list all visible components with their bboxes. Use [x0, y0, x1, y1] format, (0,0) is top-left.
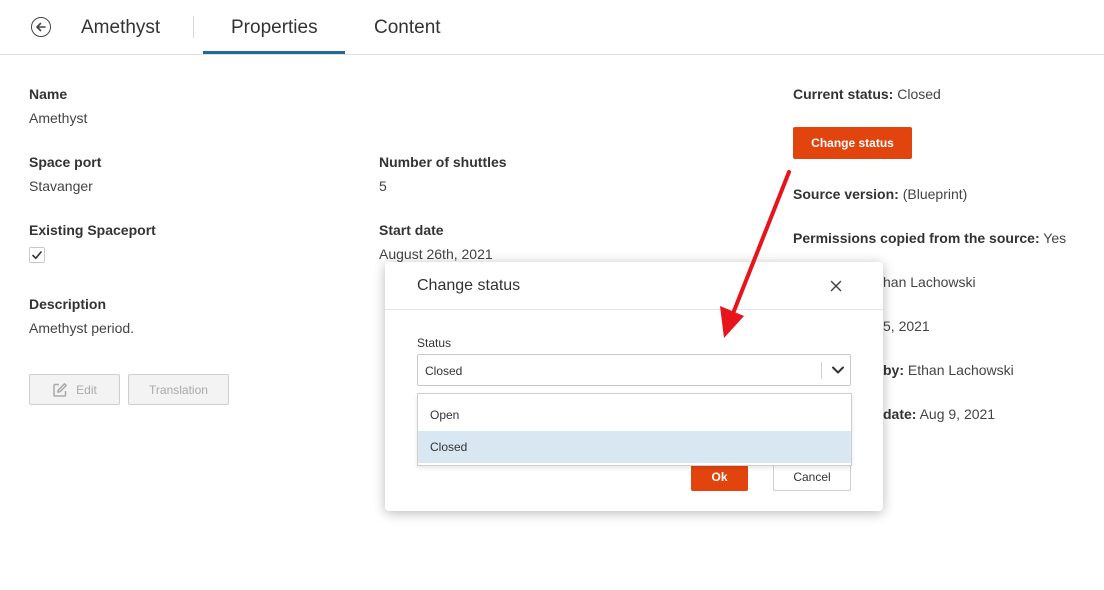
modified-date-label: date:	[883, 406, 917, 422]
edit-button[interactable]: Edit	[29, 374, 120, 405]
dialog-title: Change status	[417, 277, 521, 294]
source-version-value: (Blueprint)	[902, 186, 968, 202]
header-divider	[193, 16, 194, 38]
number-of-shuttles-value: 5	[379, 178, 387, 194]
page-title: Amethyst	[81, 17, 161, 38]
tab-content[interactable]: Content	[374, 17, 441, 39]
ok-button[interactable]: Ok	[691, 463, 748, 491]
status-dropdown-menu: Open Closed	[417, 393, 852, 466]
permissions-line: Permissions copied from the source: Yes	[793, 230, 1066, 246]
tab-properties[interactable]: Properties	[231, 17, 318, 39]
source-version-label: Source version:	[793, 186, 899, 202]
select-divider	[821, 362, 822, 379]
current-status-value: Closed	[897, 86, 941, 102]
dialog-divider	[385, 309, 883, 310]
permissions-label: Permissions copied from the source:	[793, 230, 1040, 246]
start-date-value: August 26th, 2021	[379, 246, 493, 262]
active-tab-indicator	[203, 51, 345, 54]
name-value: Amethyst	[29, 110, 88, 126]
change-status-dialog: Change status Status Closed Ok Cancel Op…	[385, 262, 883, 511]
current-status-line: Current status: Closed	[793, 86, 941, 102]
permissions-value: Yes	[1043, 230, 1067, 246]
status-field-label: Status	[417, 336, 452, 350]
close-icon[interactable]	[828, 278, 844, 294]
description-value: Amethyst period.	[29, 320, 135, 336]
modified-date-value: Aug 9, 2021	[919, 406, 996, 422]
modified-date-line: date: Aug 9, 2021	[883, 406, 995, 422]
space-port-value: Stavanger	[29, 178, 93, 194]
number-of-shuttles-label: Number of shuttles	[379, 154, 507, 170]
translation-button-label: Translation	[149, 382, 208, 397]
status-select-value: Closed	[425, 364, 463, 378]
change-status-button[interactable]: Change status	[793, 127, 912, 159]
source-version-line: Source version: (Blueprint)	[793, 186, 967, 202]
space-port-label: Space port	[29, 154, 102, 170]
modified-by-line: by: Ethan Lachowski	[883, 362, 1014, 378]
edit-button-label: Edit	[76, 382, 97, 397]
modified-by-value: Ethan Lachowski	[907, 362, 1014, 378]
existing-spaceport-label: Existing Spaceport	[29, 222, 156, 238]
pencil-icon	[53, 382, 68, 397]
created-by-value: han Lachowski	[883, 274, 976, 290]
header-bar: Amethyst Properties Content	[0, 0, 1104, 55]
modified-by-label: by:	[883, 362, 904, 378]
start-date-label: Start date	[379, 222, 444, 238]
name-label: Name	[29, 86, 68, 102]
back-arrow-icon[interactable]	[31, 17, 51, 37]
current-status-label: Current status:	[793, 86, 894, 102]
cancel-button[interactable]: Cancel	[773, 463, 851, 491]
existing-spaceport-checkbox	[29, 247, 45, 263]
description-label: Description	[29, 296, 107, 312]
checkmark-icon	[32, 251, 42, 260]
annotation-arrow-icon	[720, 170, 791, 338]
created-date-value: 5, 2021	[883, 318, 930, 334]
status-option-closed[interactable]: Closed	[418, 431, 851, 463]
status-select[interactable]: Closed	[417, 354, 851, 386]
chevron-down-icon[interactable]	[831, 365, 845, 375]
status-option-open[interactable]: Open	[418, 399, 851, 431]
translation-button[interactable]: Translation	[128, 374, 229, 405]
